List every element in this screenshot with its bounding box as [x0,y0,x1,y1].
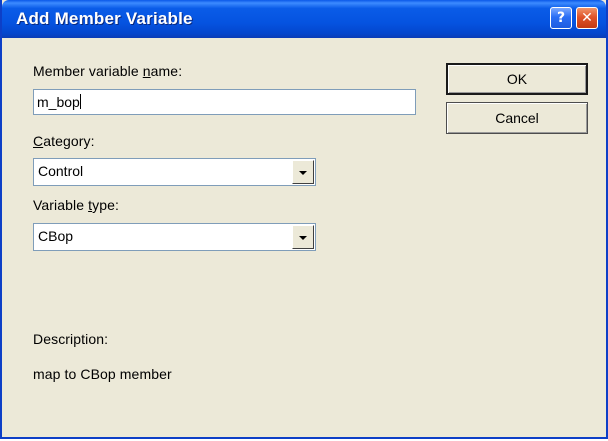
label-text-part: ype: [92,197,119,213]
title-bar[interactable]: Add Member Variable ? ✕ [2,0,606,38]
window-title: Add Member Variable [16,9,193,28]
variable-type-selected-value: CBop [38,228,74,244]
ok-button[interactable]: OK [446,63,588,95]
add-member-variable-dialog: Add Member Variable ? ✕ Member variable … [0,0,608,439]
member-variable-name-input[interactable]: m_bop [33,89,416,115]
close-icon: ✕ [581,10,593,26]
category-dropdown[interactable]: Control [33,158,316,186]
variable-type-dropdown-button[interactable] [292,225,314,249]
chevron-down-icon [299,236,307,240]
category-selected-value: Control [38,163,84,179]
description-text: map to CBop member [33,366,172,382]
label-accelerator-key: C [33,133,44,149]
text-caret [79,94,81,109]
close-button[interactable]: ✕ [576,7,598,29]
label-accelerator-key: n [142,63,151,79]
input-value: m_bop [37,94,80,110]
label-text-part: ategory: [43,133,95,149]
variable-type-dropdown[interactable]: CBop [33,223,316,251]
member-variable-name-label: Member variable name: [33,63,182,79]
label-text-part: Member variable [33,63,143,79]
variable-type-label: Variable type: [33,197,119,213]
chevron-down-icon [299,171,307,175]
cancel-button[interactable]: Cancel [446,102,588,134]
category-label: Category: [33,133,95,149]
category-dropdown-button[interactable] [292,160,314,184]
help-button[interactable]: ? [550,7,572,29]
label-text-part: ame: [150,63,183,79]
question-mark-icon: ? [556,10,566,26]
description-label: Description: [33,331,109,347]
label-text-part: Variable [33,197,89,213]
